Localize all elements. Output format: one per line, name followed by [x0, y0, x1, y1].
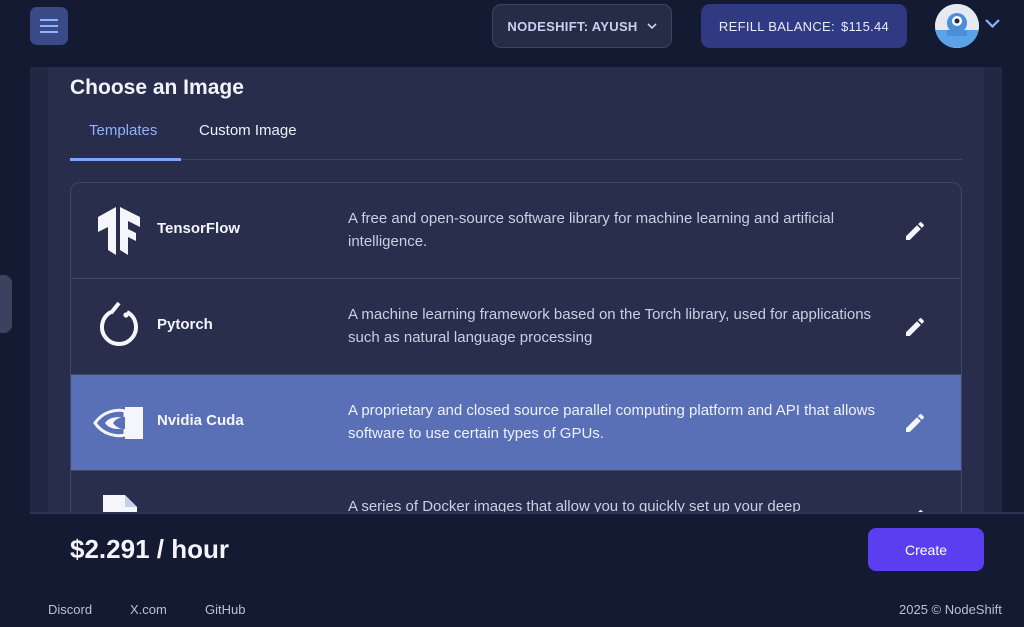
create-button[interactable]: Create [868, 528, 984, 571]
template-description: A series of Docker images that allow you… [348, 498, 801, 512]
template-description: A proprietary and closed source parallel… [348, 402, 875, 442]
template-row-partial[interactable]: A series of Docker images that allow you… [71, 471, 961, 512]
organization-label: NODESHIFT: AYUSH [507, 18, 638, 34]
template-description: A machine learning framework based on th… [348, 306, 872, 346]
template-description: A free and open-source software library … [348, 210, 835, 250]
balance-amount: $115.44 [840, 18, 890, 34]
avatar[interactable] [935, 4, 979, 48]
tensorflow-logo-icon [93, 205, 145, 257]
template-name: TensorFlow [157, 220, 241, 237]
organization-selector[interactable]: NODESHIFT: AYUSH [492, 4, 672, 48]
template-list: TensorFlow A free and open-source softwa… [70, 182, 962, 512]
active-tab-indicator [70, 158, 181, 161]
page-title: Choose an Image [70, 76, 244, 99]
tab-templates[interactable]: Templates [89, 122, 157, 139]
template-row-pytorch[interactable]: Pytorch A machine learning framework bas… [71, 279, 961, 375]
footer-link-github[interactable]: GitHub [205, 602, 245, 617]
pencil-icon[interactable] [903, 411, 927, 435]
hamburger-menu-icon [40, 19, 58, 33]
template-name: Nvidia Cuda [157, 412, 244, 429]
image-tabs: Templates Custom Image [70, 115, 962, 161]
copyright-text: 2025 © NodeShift [899, 602, 1002, 617]
refill-balance-label: REFILL BALANCE: [718, 18, 835, 34]
template-row-nvidia-cuda[interactable]: Nvidia Cuda A proprietary and closed sou… [71, 375, 961, 471]
document-icon [93, 493, 145, 512]
pencil-icon[interactable] [903, 219, 927, 243]
tab-custom-image[interactable]: Custom Image [199, 122, 297, 139]
footer-link-discord[interactable]: Discord [48, 602, 92, 617]
bottom-bar: $2.291 / hour Create Discord X.com GitHu… [0, 512, 1024, 627]
chevron-down-icon[interactable] [984, 18, 1001, 29]
nvidia-logo-icon [93, 397, 145, 449]
template-row-tensorflow[interactable]: TensorFlow A free and open-source softwa… [71, 183, 961, 279]
template-name: Pytorch [157, 316, 213, 333]
menu-button[interactable] [30, 7, 68, 45]
pencil-icon[interactable] [903, 315, 927, 339]
image-selection-panel: Choose an Image Templates Custom Image T… [48, 67, 984, 512]
chevron-down-icon [647, 22, 657, 29]
side-drawer-handle[interactable] [0, 275, 12, 333]
refill-balance-button[interactable]: REFILL BALANCE: $115.44 [701, 4, 907, 48]
pytorch-logo-icon [93, 301, 145, 353]
divider [30, 512, 1024, 514]
user-avatar-icon [935, 4, 979, 48]
top-bar: NODESHIFT: AYUSH REFILL BALANCE: $115.44 [0, 0, 1024, 60]
hourly-price: $2.291 / hour [70, 534, 229, 564]
footer-link-x[interactable]: X.com [130, 602, 167, 617]
